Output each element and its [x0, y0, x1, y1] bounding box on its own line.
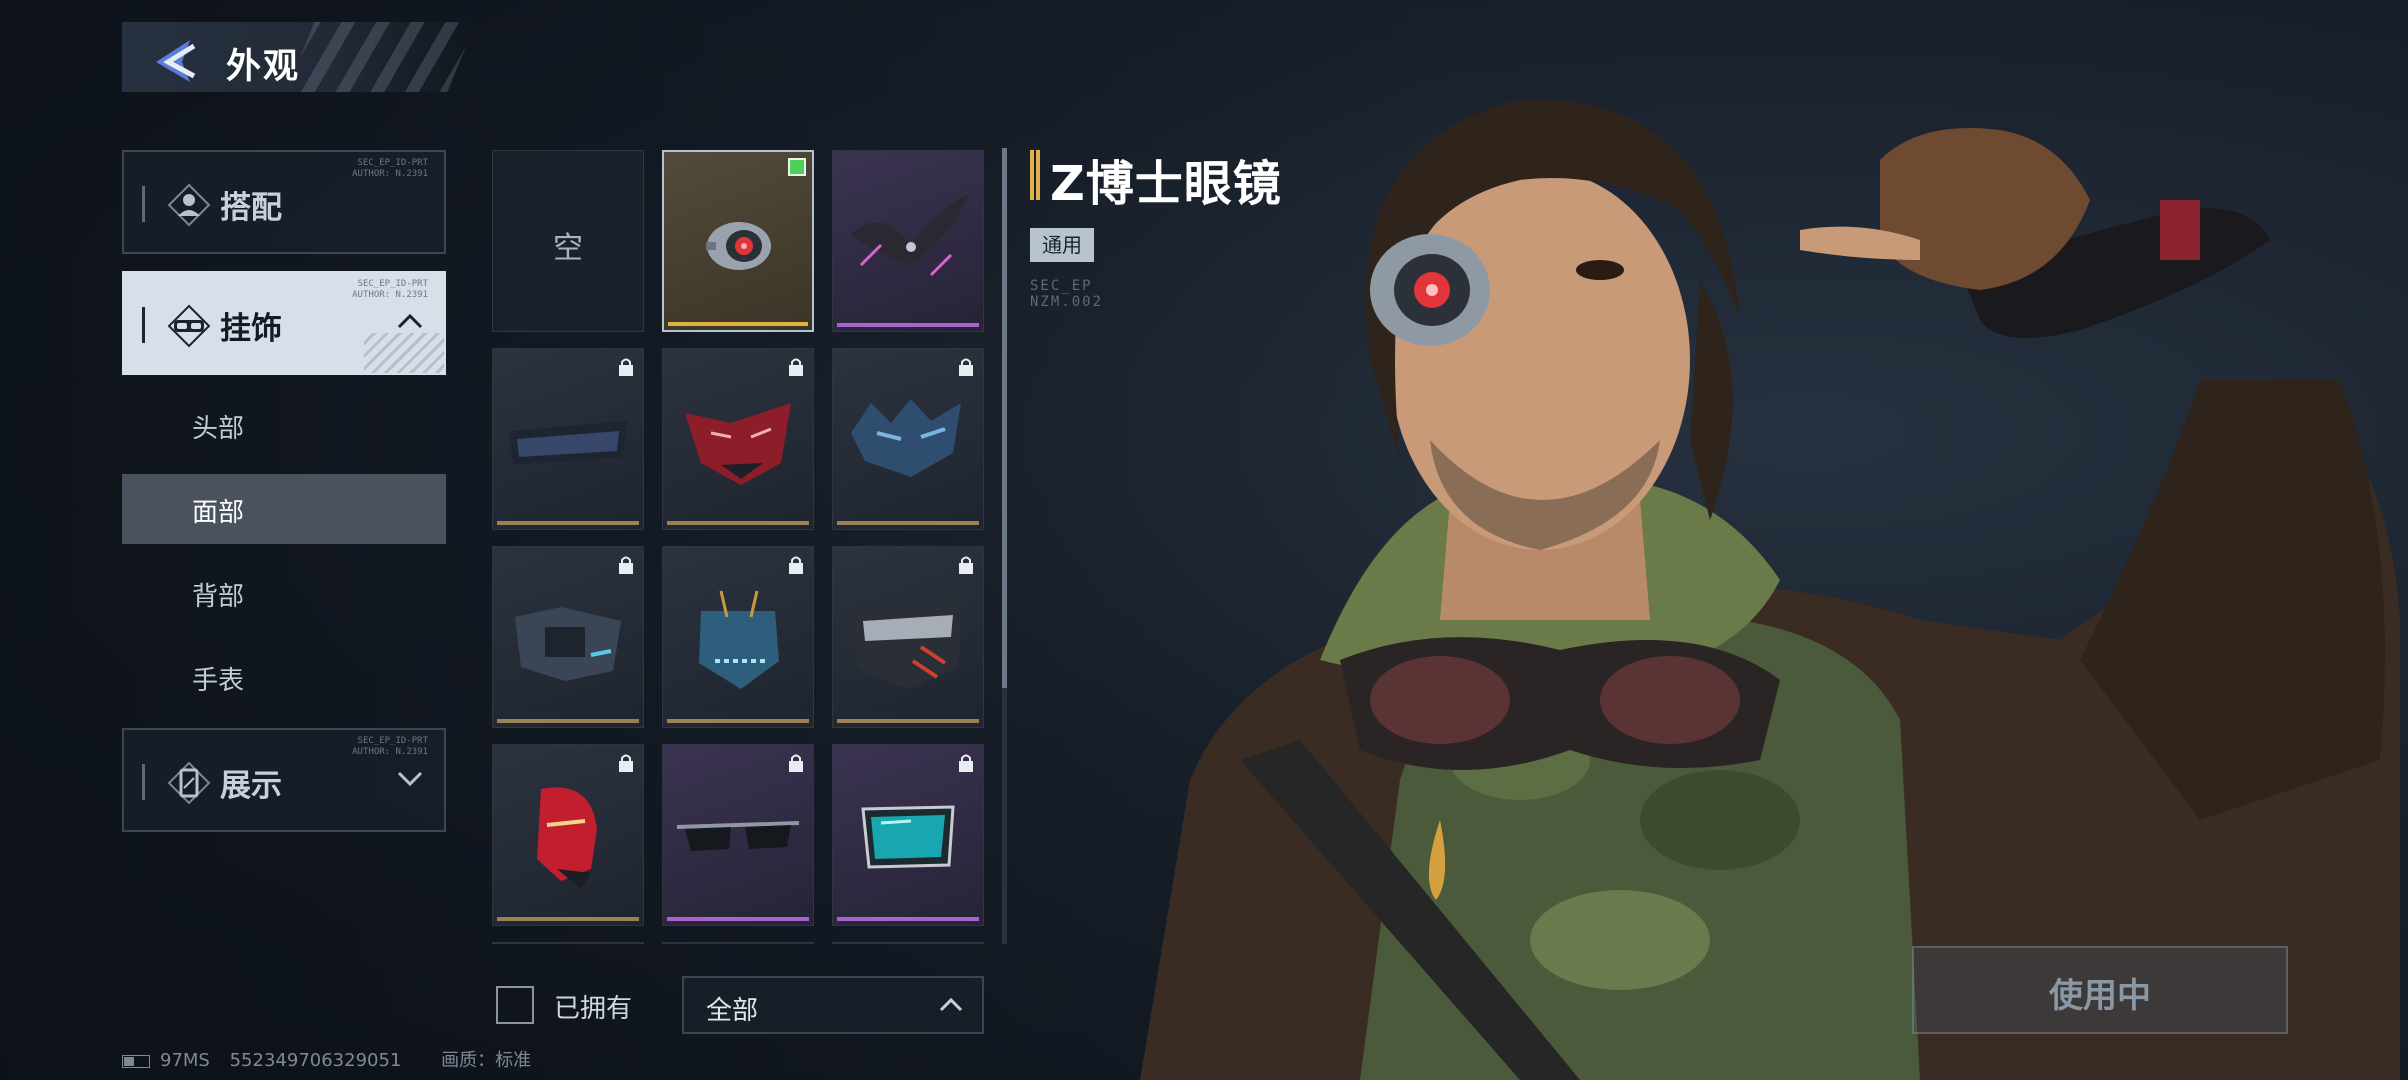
grid-item-red-hood-mask[interactable] [492, 744, 644, 926]
subcategory-label: 头部 [192, 414, 245, 444]
grid-item-red-dragon-mask[interactable] [662, 348, 814, 530]
rarity-line [668, 322, 808, 326]
subcategory-watch[interactable]: 手表 [122, 642, 446, 712]
subcategory-label: 面部 [192, 498, 245, 528]
category-accessory[interactable]: SEC_EP_ID-PRT AUTHOR: N.2391 挂饰 [122, 271, 446, 375]
head-silhouette-icon [167, 183, 211, 227]
filter-dropdown[interactable]: 全部 [682, 976, 984, 1034]
rarity-line [837, 521, 979, 525]
rarity-line [667, 521, 809, 525]
quality-text: 画质：标准 [441, 1050, 532, 1071]
character-model [1140, 99, 2400, 1080]
category-bar [142, 186, 145, 222]
category-meta: SEC_EP_ID-PRT AUTHOR: N.2391 [352, 279, 428, 300]
grid-item-winged-visor[interactable] [832, 150, 984, 332]
category-bar [142, 307, 145, 343]
cyber-eyepiece-icon [706, 222, 771, 270]
category-outfit[interactable]: SEC_EP_ID-PRT AUTHOR: N.2391 搭配 [122, 150, 446, 254]
rarity-line [497, 719, 639, 723]
blue-skull-mask-icon [699, 590, 779, 689]
back-icon[interactable] [150, 36, 202, 86]
goggles-icon [167, 304, 211, 348]
rarity-line [497, 917, 639, 921]
grid-item-blue-skull-mask[interactable] [662, 546, 814, 728]
owned-check-icon [788, 158, 806, 176]
category-label: 搭配 [220, 190, 282, 226]
subcategory-face[interactable]: 面部 [122, 474, 446, 544]
rarity-line [837, 719, 979, 723]
grid-item-partial[interactable] [662, 942, 814, 944]
grid-item-dark-visor[interactable] [492, 348, 644, 530]
grid-item-empty[interactable]: 空 [492, 150, 644, 332]
use-button[interactable]: 使用中 [1912, 946, 2288, 1034]
chevron-down-icon [397, 771, 423, 787]
rarity-line [837, 323, 979, 327]
armored-face-guard-icon [515, 607, 621, 681]
subcategory-head[interactable]: 头部 [122, 390, 446, 460]
category-label: 展示 [220, 768, 282, 804]
item-tag: 通用 [1030, 228, 1094, 262]
phone-display-icon [167, 761, 211, 805]
player-id: 552349706329051 [229, 1050, 402, 1071]
rarity-line [497, 521, 639, 525]
grid-item-dark-sunglasses[interactable] [662, 744, 814, 926]
subcategory-label: 背部 [192, 582, 245, 612]
owned-checkbox[interactable] [496, 986, 534, 1024]
item-grid: 空 [492, 148, 988, 944]
status-bar: 97MS 552349706329051 画质：标准 [122, 1046, 531, 1072]
winged-visor-icon [851, 195, 969, 277]
rarity-line [667, 719, 809, 723]
use-button-label: 使用中 [2049, 976, 2151, 1016]
scrollbar-thumb[interactable] [1002, 148, 1007, 688]
rarity-line [837, 917, 979, 921]
title-accent [1030, 150, 1040, 200]
category-display[interactable]: SEC_EP_ID-PRT AUTHOR: N.2391 展示 [122, 728, 446, 832]
page-title: 外观 [226, 47, 301, 87]
category-label: 挂饰 [220, 311, 282, 347]
dark-visor-icon [509, 421, 627, 465]
empty-slot-label: 空 [553, 231, 583, 266]
grid-item-teal-lens-glasses[interactable] [832, 744, 984, 926]
chevron-up-icon [939, 997, 963, 1012]
red-hood-mask-icon [537, 787, 597, 889]
silver-red-mask-icon [853, 601, 961, 689]
grid-item-partial[interactable] [492, 942, 644, 944]
subcategory-back[interactable]: 背部 [122, 558, 446, 628]
grid-item-partial[interactable] [832, 942, 984, 944]
red-dragon-mask-icon [685, 403, 791, 485]
subcategory-label: 手表 [192, 666, 245, 696]
grid-item-dr-z-glasses[interactable] [662, 150, 814, 332]
rarity-line [667, 917, 809, 921]
battery-icon [122, 1054, 150, 1068]
header-stripes [286, 22, 476, 92]
ping-value: 97MS [160, 1050, 210, 1071]
blue-crystal-mask-icon [851, 399, 961, 477]
chevron-up-icon [397, 313, 423, 329]
grid-item-blue-crystal-mask[interactable] [832, 348, 984, 530]
teal-lens-glasses-icon [861, 805, 955, 869]
owned-label: 已拥有 [554, 994, 633, 1024]
category-meta: SEC_EP_ID-PRT AUTHOR: N.2391 [352, 736, 428, 757]
grid-item-silver-red-mask[interactable] [832, 546, 984, 728]
dropdown-value: 全部 [706, 996, 759, 1026]
category-bar [142, 764, 145, 800]
dark-sunglasses-icon [676, 821, 800, 851]
category-meta: SEC_EP_ID-PRT AUTHOR: N.2391 [352, 158, 428, 179]
item-code: SEC_EP NZM.002 [1030, 278, 1104, 310]
grid-item-armored-face-guard[interactable] [492, 546, 644, 728]
